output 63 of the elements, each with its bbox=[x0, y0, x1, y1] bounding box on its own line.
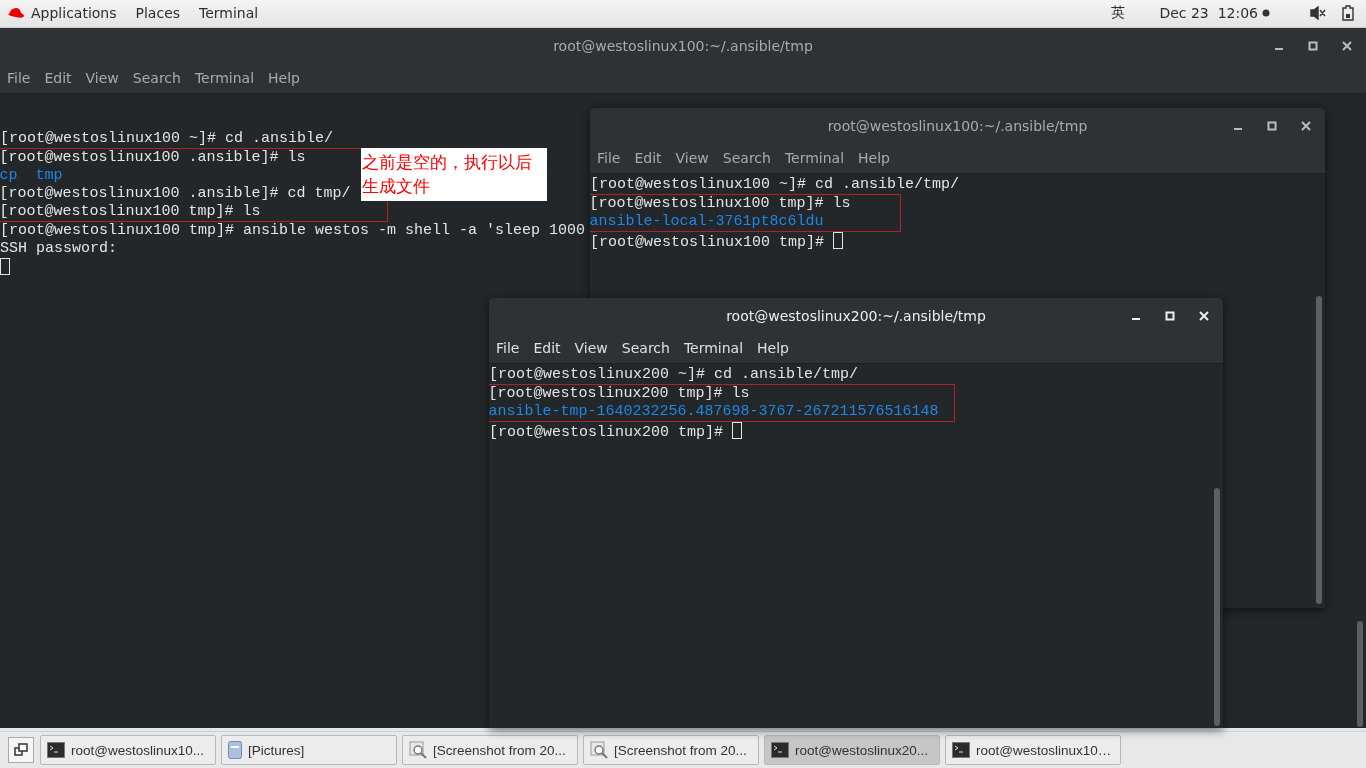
menu-item[interactable]: Terminal bbox=[683, 340, 744, 357]
top-menu[interactable]: Applications bbox=[31, 5, 117, 22]
document-icon bbox=[228, 741, 242, 760]
menu-item[interactable]: Search bbox=[132, 70, 181, 87]
menu-item[interactable]: Search bbox=[722, 150, 771, 167]
maximize-icon[interactable] bbox=[1308, 40, 1318, 51]
terminal-icon bbox=[47, 742, 65, 759]
close-icon[interactable] bbox=[1342, 40, 1352, 51]
menu-item[interactable]: Help bbox=[268, 70, 300, 87]
menu-item[interactable]: File bbox=[7, 70, 31, 87]
scrollbar[interactable] bbox=[1357, 620, 1363, 727]
terminal-line: [root@westoslinux100 tmp]# bbox=[590, 233, 825, 251]
hat-logo-icon bbox=[7, 6, 25, 21]
close-icon[interactable] bbox=[1301, 120, 1311, 131]
terminal-icon bbox=[771, 742, 789, 759]
taskbar-item[interactable]: root@westoslinux20... bbox=[764, 735, 940, 766]
maximize-icon[interactable] bbox=[1267, 120, 1277, 131]
battery-icon[interactable] bbox=[1342, 5, 1354, 22]
magnifier-icon bbox=[590, 741, 608, 760]
menu-item[interactable]: View bbox=[675, 150, 709, 167]
window-title: root@westoslinux200:~/.ansible/tmp bbox=[726, 307, 986, 324]
window-title: root@westoslinux100:~/.ansible/tmp bbox=[827, 117, 1088, 134]
volume-muted-icon[interactable] bbox=[1310, 6, 1326, 21]
terminal-icon bbox=[952, 742, 970, 759]
menu-item[interactable]: Help bbox=[858, 150, 890, 167]
menu-item[interactable]: Terminal bbox=[194, 70, 255, 87]
taskbar-item[interactable]: [Screenshot from 20... bbox=[402, 735, 578, 766]
top-menu[interactable]: Places bbox=[135, 5, 181, 22]
terminal-line: [root@westoslinux100 ~]# cd .ansible/tmp/ bbox=[590, 175, 960, 193]
taskbar-item[interactable]: root@westoslinux10... bbox=[40, 735, 216, 766]
terminal-line: [root@westoslinux100 tmp]# ansible westos -m shell -a 'sleep 1000 bbox=[0, 221, 586, 239]
terminal-line: ansible-tmp-1640232256.487698-3767-267211576516148 bbox=[489, 402, 955, 422]
menu-item[interactable]: File bbox=[597, 150, 621, 167]
terminal-line: [root@westoslinux200 tmp]# bbox=[489, 423, 724, 441]
scrollbar[interactable] bbox=[1214, 487, 1220, 726]
menu-item[interactable]: Edit bbox=[44, 70, 72, 87]
menu-item[interactable]: View bbox=[574, 340, 608, 357]
terminal-line: [root@westoslinux100 ~]# cd .ansible/ bbox=[0, 129, 334, 147]
menu-item[interactable]: Help bbox=[757, 340, 789, 357]
show-desktop-button[interactable] bbox=[8, 737, 34, 764]
clock[interactable]: Dec 23 12:06 bbox=[1159, 5, 1258, 22]
menu-item[interactable]: Terminal bbox=[784, 150, 845, 167]
menu-item[interactable]: File bbox=[496, 340, 520, 357]
input-method[interactable]: 英 bbox=[1111, 4, 1126, 23]
dot-icon bbox=[1262, 9, 1270, 18]
taskbar-item[interactable]: root@westoslinux10… bbox=[945, 735, 1121, 766]
scrollbar[interactable] bbox=[1316, 295, 1322, 604]
taskbar-item[interactable]: [Pictures] bbox=[221, 735, 397, 766]
menu-item[interactable]: Search bbox=[621, 340, 670, 357]
menu-item[interactable]: Edit bbox=[634, 150, 662, 167]
taskbar-item[interactable]: [Screenshot from 20... bbox=[583, 735, 759, 766]
terminal-line: SSH password: bbox=[0, 239, 118, 257]
terminal-line: [root@westoslinux100 tmp]# ls bbox=[590, 193, 901, 213]
top-menu[interactable]: Terminal bbox=[199, 5, 259, 22]
terminal-line: [root@westoslinux200 tmp]# ls bbox=[489, 383, 955, 403]
terminal-line: [root@westoslinux100 tmp]# ls bbox=[0, 202, 388, 222]
windows-icon bbox=[14, 743, 28, 758]
terminal-line: ansible-local-3761pt8c6ldu bbox=[590, 212, 901, 232]
magnifier-icon bbox=[409, 741, 427, 760]
window-title: root@westoslinux100:~/.ansible/tmp bbox=[553, 37, 813, 54]
terminal-line: [root@westoslinux200 ~]# cd .ansible/tmp/ bbox=[489, 365, 859, 383]
menu-item[interactable]: Edit bbox=[533, 340, 561, 357]
menu-item[interactable]: View bbox=[85, 70, 119, 87]
